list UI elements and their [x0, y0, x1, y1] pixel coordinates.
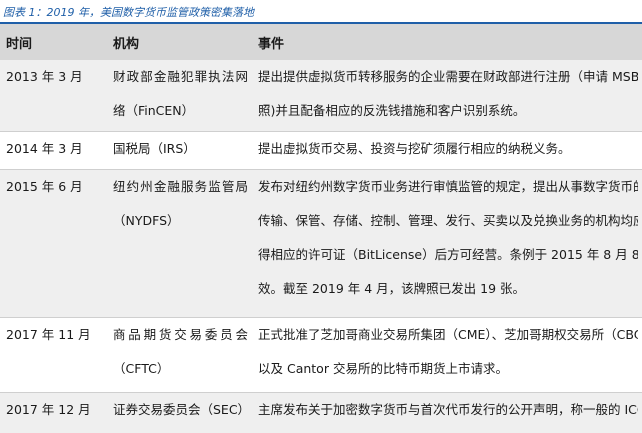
- figure-caption: 图表 1：2019 年，美国数字货币监管政策密集落地: [3, 6, 254, 19]
- table-row: 2014 年 3 月 国税局（IRS） 提出虚拟货币交易、投资与挖矿须履行相应的…: [0, 132, 642, 170]
- row-event: 提出虚拟货币交易、投资与挖矿须履行相应的纳税义务。: [258, 141, 571, 156]
- row-org: 国税局（IRS）: [113, 141, 196, 156]
- table-row: 2017 年 11 月 商品期货交易委员会 （CFTC） 正式批准了芝加哥商业交…: [0, 318, 642, 393]
- row-org: 证券交易委员会（SEC）: [113, 402, 248, 417]
- row-event: 主席发布关于加密数字货币与首次代币发行的公开声明，称一般的 ICO: [258, 402, 638, 417]
- row-org: 财政部金融犯罪执法网 络（FinCEN）: [113, 69, 248, 118]
- table-row: 2015 年 6 月 纽约州金融服务监管局 （NYDFS） 发布对纽约州数字货币…: [0, 170, 642, 318]
- table-row: 2017 年 12 月 证券交易委员会（SEC） 主席发布关于加密数字货币与首次…: [0, 393, 642, 433]
- row-event: 提出提供虚拟货币转移服务的企业需要在财政部进行注册（申请 MSB 牌 照)并且配…: [258, 69, 638, 118]
- row-org: 商品期货交易委员会 （CFTC）: [113, 327, 248, 376]
- table-header: 时间 机构 事件: [0, 22, 642, 60]
- header-org: 机构: [113, 37, 140, 52]
- row-time: 2014 年 3 月: [6, 141, 83, 156]
- header-time: 时间: [6, 37, 33, 52]
- row-time: 2015 年 6 月: [6, 179, 83, 194]
- header-event: 事件: [258, 37, 285, 52]
- policy-table: 时间 机构 事件 2013 年 3 月 财政部金融犯罪执法网 络（FinCEN）…: [0, 22, 642, 433]
- row-time: 2013 年 3 月: [6, 69, 83, 84]
- row-event: 正式批准了芝加哥商业交易所集团（CME）、芝加哥期权交易所（CBOE） 以及 C…: [258, 327, 638, 376]
- table-row: 2013 年 3 月 财政部金融犯罪执法网 络（FinCEN） 提出提供虚拟货币…: [0, 60, 642, 132]
- row-time: 2017 年 12 月: [6, 402, 91, 417]
- row-time: 2017 年 11 月: [6, 327, 91, 342]
- row-org: 纽约州金融服务监管局 （NYDFS）: [113, 179, 248, 228]
- row-event: 发布对纽约州数字货币业务进行审慎监管的规定，提出从事数字货币的 传输、保管、存储…: [258, 179, 638, 296]
